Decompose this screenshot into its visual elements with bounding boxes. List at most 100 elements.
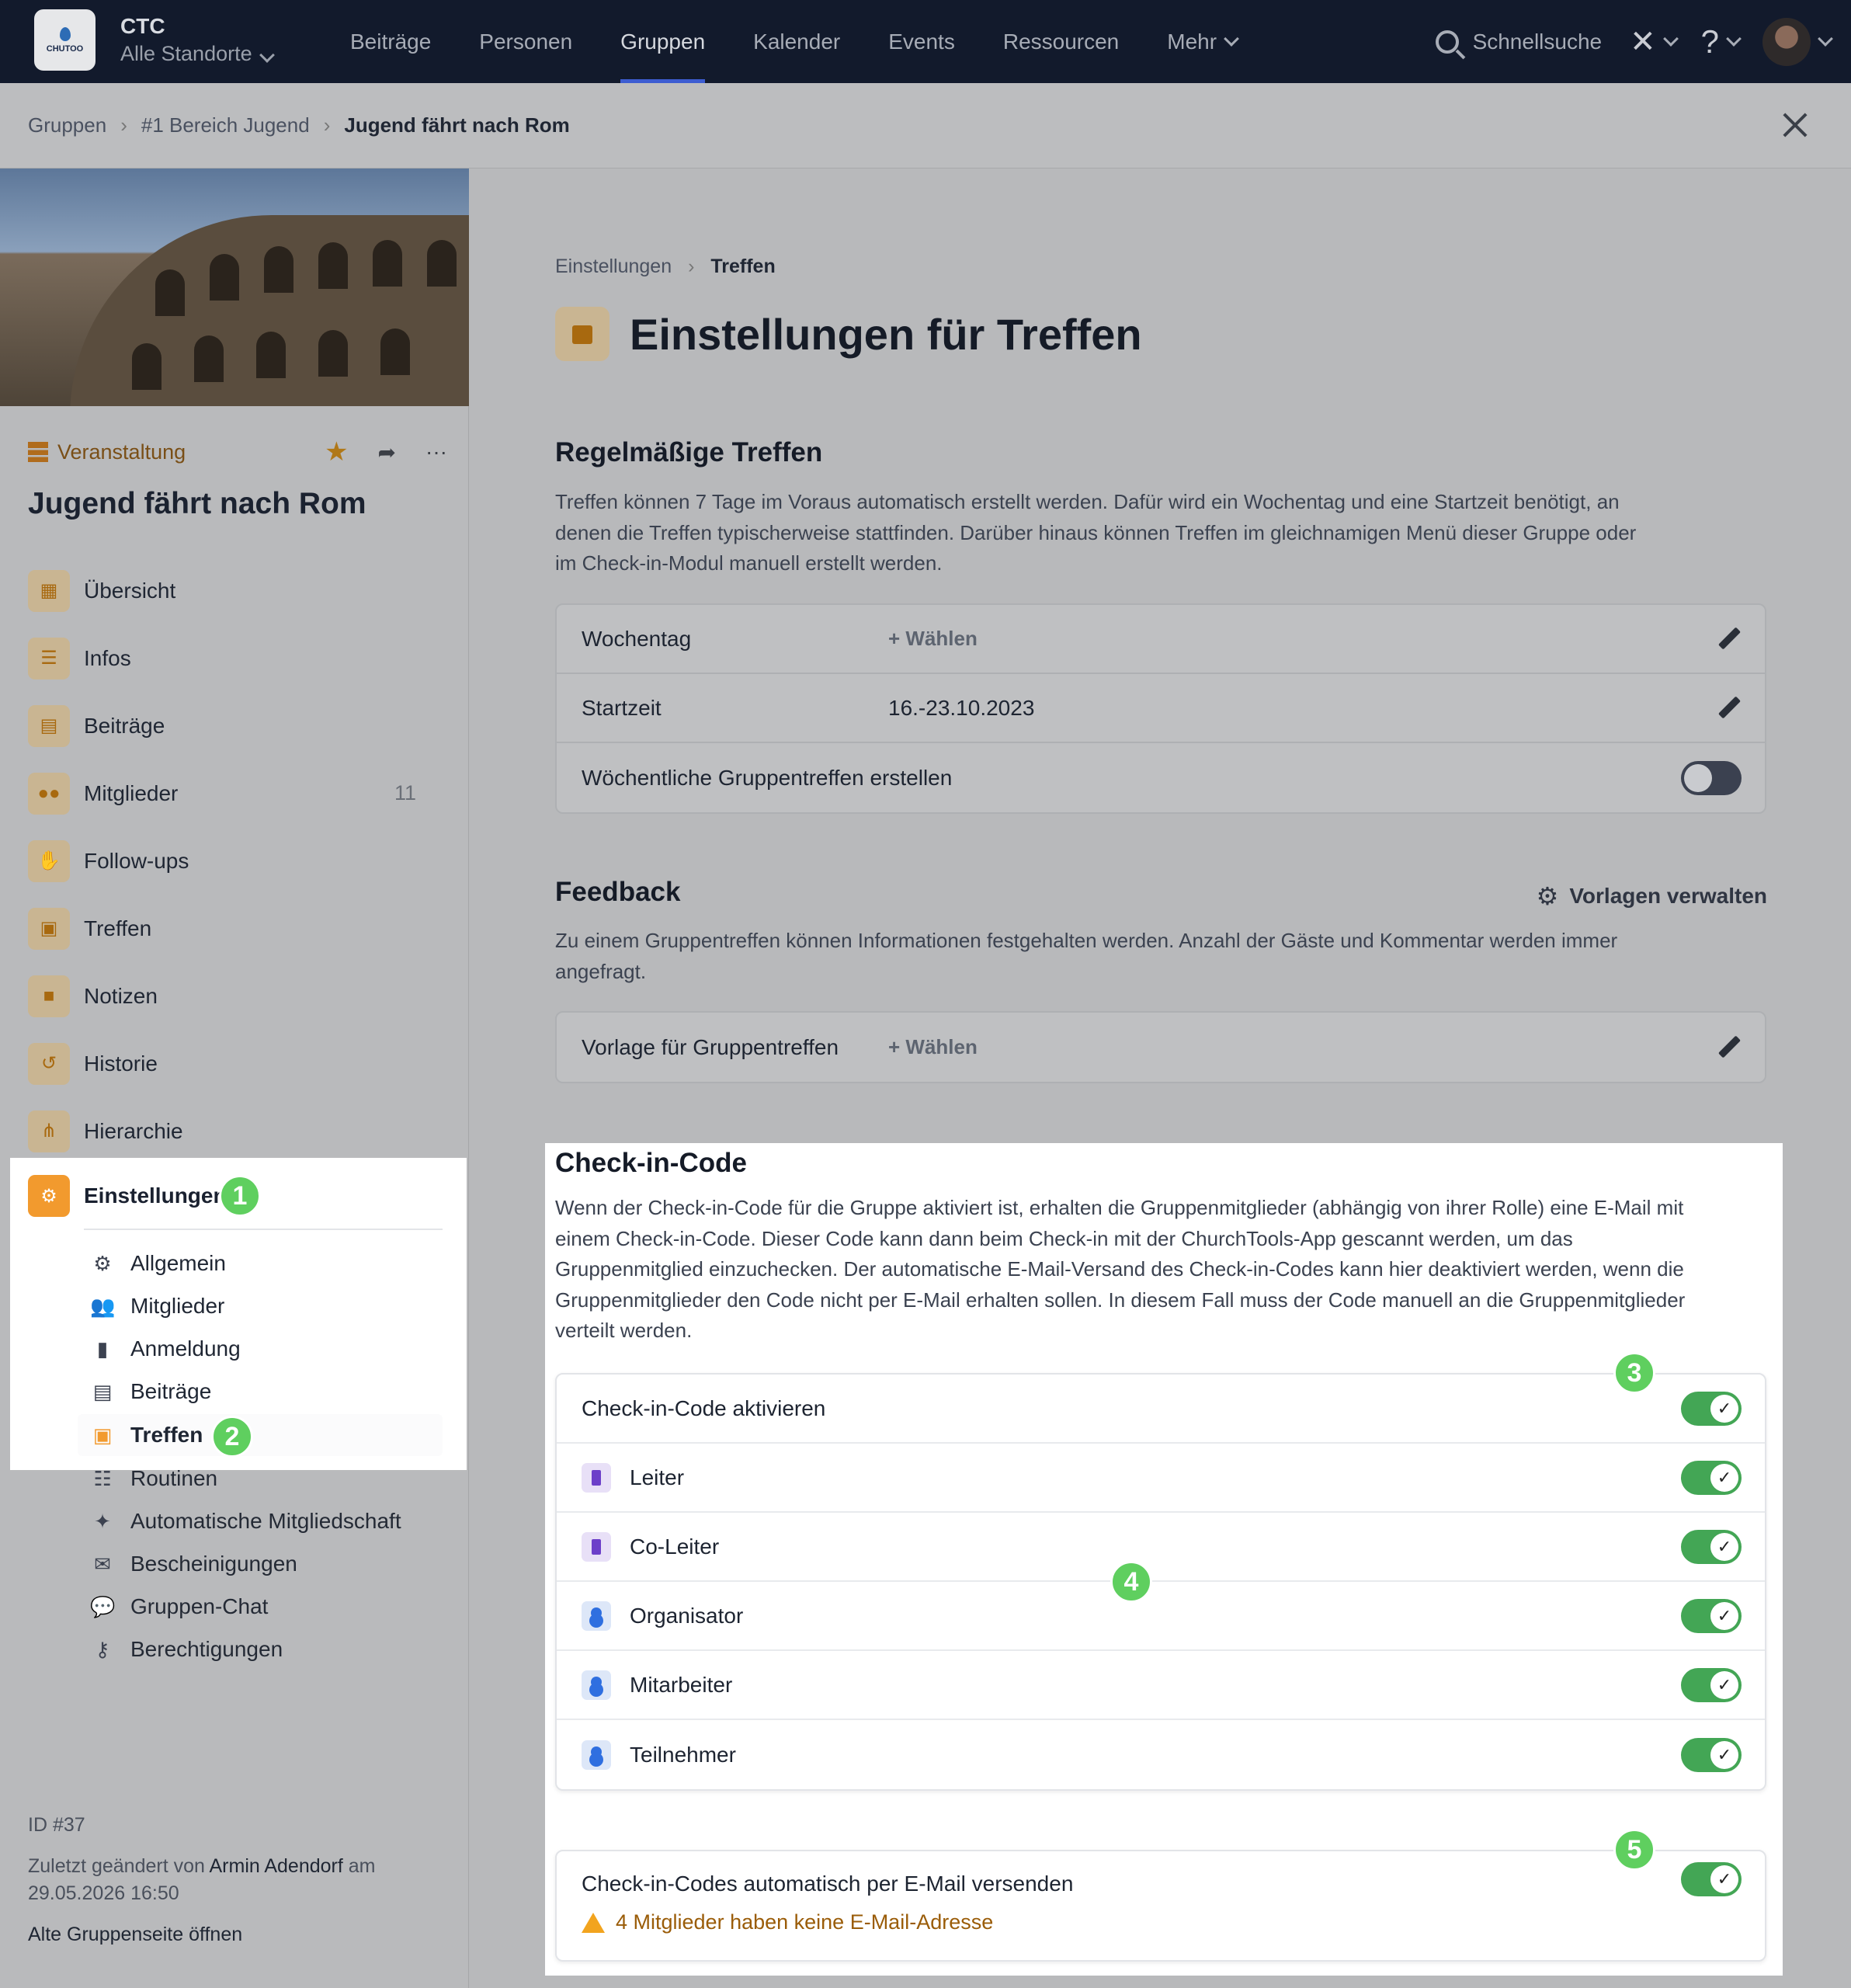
row-template[interactable]: Vorlage für Gruppentreffen + Wählen (557, 1013, 1765, 1082)
settings-sub-routinen[interactable]: ☷ Routinen (90, 1458, 217, 1500)
arch-window (427, 240, 457, 287)
quick-search[interactable]: Schnellsuche (1435, 30, 1602, 54)
role-label: Mitarbeiter (630, 1672, 733, 1697)
arch-window (264, 246, 293, 293)
group-menu: ▦ Übersicht ☰ Infos ▤ Beiträge ●● Mitgli… (28, 557, 447, 1165)
checkin-text: Wenn der Check-in-Code für die Gruppe ak… (555, 1196, 1686, 1342)
arch-window (373, 240, 402, 287)
top-navigation: CHUTOO CTC Alle Standorte Beiträge Perso… (0, 0, 1851, 83)
role-toggle-teilnehmer[interactable] (1681, 1737, 1742, 1772)
arch-window (155, 269, 185, 316)
chevron-right-icon: › (688, 255, 695, 277)
nav-personen[interactable]: Personen (455, 0, 596, 83)
sub-label: Treffen (130, 1423, 203, 1447)
role-toggle-organisator[interactable] (1681, 1598, 1742, 1633)
sub-label: Mitglieder (130, 1294, 225, 1318)
more-icon[interactable]: ··· (425, 440, 447, 464)
site-switcher[interactable]: CTC Alle Standorte (120, 14, 275, 66)
sub-label: Allgemein (130, 1251, 226, 1275)
role-toggle-leiter[interactable] (1681, 1460, 1742, 1495)
pencil-icon[interactable] (1718, 697, 1742, 720)
arch-window (210, 254, 239, 301)
chevron-down-icon (1662, 30, 1679, 47)
missing-email-warning[interactable]: 4 Mitglieder haben keine E-Mail-Adresse (557, 1896, 1765, 1934)
feedback-card: Vorlage für Gruppentreffen + Wählen (555, 1011, 1766, 1083)
row-label: Check-in-Codes automatisch per E-Mail ve… (582, 1872, 1074, 1896)
manage-templates-button[interactable]: ⚙ Vorlagen verwalten (1537, 881, 1767, 911)
page-title-text: Einstellungen für Treffen (630, 309, 1142, 359)
pencil-icon[interactable] (1718, 627, 1742, 651)
row-label: Vorlage für Gruppentreffen (582, 1034, 839, 1059)
nav-ressourcen[interactable]: Ressourcen (979, 0, 1143, 83)
weekday-select[interactable]: + Wählen (888, 627, 978, 651)
old-group-page-link[interactable]: Alte Gruppenseite öffnen (28, 1921, 242, 1948)
settings-sub-gruppen-chat[interactable]: 💬 Gruppen-Chat (90, 1586, 268, 1628)
settings-sub-allgemein[interactable]: ⚙ Allgemein (90, 1242, 226, 1284)
sidebar-item-uebersicht[interactable]: ▦ Übersicht (28, 557, 447, 624)
sidebar-item-mitglieder[interactable]: ●● Mitglieder 11 (28, 759, 447, 827)
settings-sub-bescheinigungen[interactable]: ✉ Bescheinigungen (90, 1543, 297, 1585)
template-select[interactable]: + Wählen (888, 1035, 978, 1059)
nav-gruppen[interactable]: Gruppen (596, 0, 729, 83)
checkin-activate-toggle[interactable] (1681, 1391, 1742, 1426)
role-label: Leiter (630, 1465, 685, 1489)
breadcrumb-gruppen[interactable]: Gruppen (28, 113, 106, 137)
star-icon[interactable]: ★ (325, 436, 348, 467)
settings-sub-anmeldung[interactable]: ▮ Anmeldung (90, 1328, 241, 1370)
group-sidebar: Veranstaltung ★ ➦ ··· Jugend fährt nach … (0, 169, 469, 1988)
sidebar-item-label: Übersicht (84, 578, 176, 603)
share-icon[interactable]: ➦ (378, 440, 396, 465)
changed-by[interactable]: Armin Adendorf (210, 1855, 343, 1877)
nav-mehr[interactable]: Mehr (1143, 0, 1261, 83)
nav-events[interactable]: Events (864, 0, 979, 83)
nav-right: Schnellsuche ✕ ? (1435, 0, 1851, 83)
callout-badge-2: 2 (211, 1416, 253, 1458)
settings-breadcrumb: Einstellungen › Treffen (555, 255, 776, 278)
sidebar-item-treffen[interactable]: ▣ Treffen (28, 895, 447, 962)
arch-window (318, 330, 348, 377)
weekly-meetings-toggle[interactable] (1681, 760, 1742, 795)
sidebar-item-notizen[interactable]: ■ Notizen (28, 962, 447, 1030)
close-icon[interactable] (1780, 109, 1811, 141)
manage-templates-label: Vorlagen verwalten (1569, 884, 1767, 908)
chevron-right-icon: › (120, 113, 127, 137)
callout-badge-4: 4 (1110, 1561, 1152, 1603)
sidebar-item-infos[interactable]: ☰ Infos (28, 624, 447, 692)
breadcrumb-bereich[interactable]: #1 Bereich Jugend (141, 113, 310, 137)
settings-sub-beitraege[interactable]: ▤ Beiträge (90, 1371, 212, 1413)
settings-sub-berechtigungen[interactable]: ⚷ Berechtigungen (90, 1628, 283, 1670)
sidebar-item-hierarchie[interactable]: ⋔ Hierarchie (28, 1097, 447, 1165)
sidebar-item-einstellungen[interactable]: ⚙ Einstellungen (28, 1174, 227, 1218)
chevron-down-icon (1818, 30, 1833, 47)
sidebar-item-follow-ups[interactable]: ✋ Follow-ups (28, 827, 447, 895)
app-logo[interactable]: CHUTOO (34, 9, 96, 71)
sidebar-item-beitraege[interactable]: ▤ Beiträge (28, 692, 447, 759)
help-menu[interactable]: ? (1700, 23, 1742, 61)
row-startzeit[interactable]: Startzeit 16.-23.10.2023 (557, 674, 1765, 743)
gear-icon: ⚙ (1536, 882, 1559, 910)
avatar (1762, 17, 1811, 66)
nav-beitraege[interactable]: Beiträge (326, 0, 455, 83)
regular-meetings-heading: Regelmäßige Treffen (555, 437, 823, 467)
crumb-current: Treffen (710, 255, 776, 277)
site-name: CTC (120, 14, 165, 38)
nav-kalender[interactable]: Kalender (729, 0, 864, 83)
row-role-teilnehmer: Teilnehmer (557, 1720, 1765, 1789)
checkin-email-toggle[interactable] (1681, 1862, 1742, 1896)
user-menu[interactable] (1762, 17, 1833, 66)
sidebar-item-historie[interactable]: ↺ Historie (28, 1030, 447, 1097)
settings-sub-auto-mitgliedschaft[interactable]: ✦ Automatische Mitgliedschaft (90, 1500, 401, 1542)
settings-sub-treffen[interactable]: ▣ Treffen (78, 1414, 443, 1456)
role-toggle-co-leiter[interactable] (1681, 1529, 1742, 1564)
callout-badge-3: 3 (1613, 1352, 1655, 1394)
help-icon: ? (1700, 23, 1719, 60)
feedback-text: Zu einem Gruppentreffen können Informati… (555, 929, 1618, 983)
admin-menu[interactable]: ✕ (1630, 24, 1679, 60)
group-title: Jugend fährt nach Rom (28, 487, 366, 520)
certificate-icon: ✉ (94, 1552, 111, 1576)
role-toggle-mitarbeiter[interactable] (1681, 1667, 1742, 1702)
pencil-icon[interactable] (1718, 1036, 1742, 1059)
row-wochentag[interactable]: Wochentag + Wählen (557, 605, 1765, 674)
crumb-einstellungen[interactable]: Einstellungen (555, 255, 672, 277)
settings-sub-mitglieder[interactable]: 👥 Mitglieder (90, 1285, 224, 1327)
